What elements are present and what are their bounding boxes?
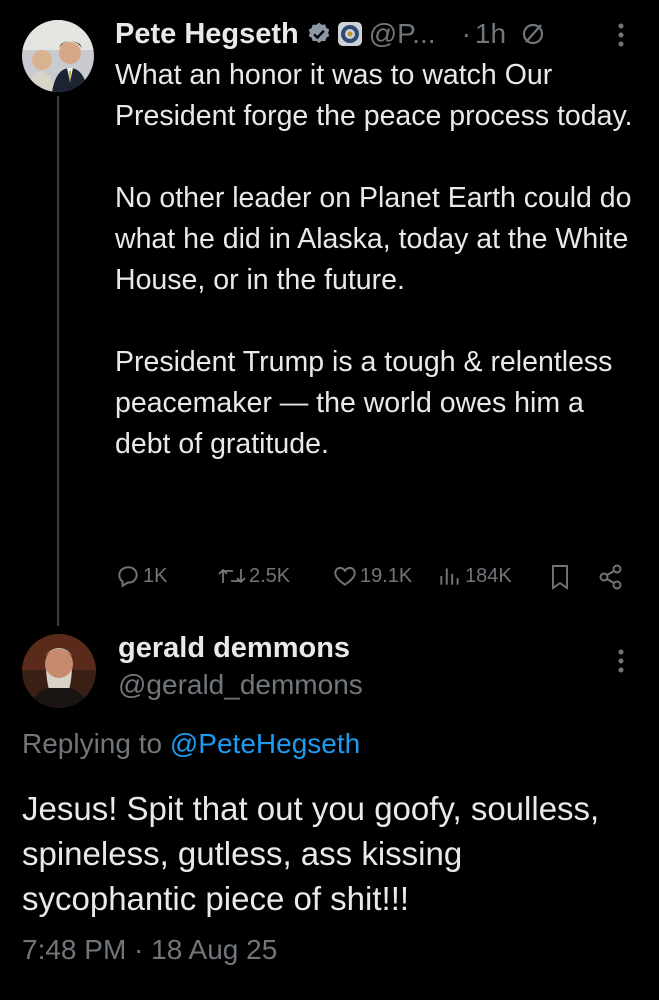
- reply-timestamp[interactable]: 7:48 PM · 18 Aug 25: [22, 934, 277, 966]
- like-count: 19.1K: [360, 564, 413, 587]
- repost-count: 2.5K: [249, 564, 291, 587]
- author-avatar[interactable]: [22, 20, 94, 92]
- government-seal-icon: [337, 21, 363, 47]
- replying-to-prefix: Replying to: [22, 728, 163, 759]
- thread-connector-line: [57, 96, 59, 626]
- like-button[interactable]: 19.1K: [332, 563, 412, 589]
- repost-button[interactable]: 2.5K: [217, 563, 290, 589]
- reply-icon: [115, 563, 143, 589]
- bookmark-icon[interactable]: [548, 563, 574, 591]
- tweet-paragraph: What an honor it was to watch Our Presid…: [115, 59, 633, 132]
- tweet-paragraph: No other leader on Planet Earth could do…: [115, 182, 632, 296]
- reply-body: Jesus! Spit that out you goofy, soulless…: [22, 790, 600, 917]
- not-interested-icon[interactable]: [520, 21, 546, 47]
- reply-count: 1K: [143, 564, 168, 587]
- reply-author-avatar[interactable]: [22, 634, 96, 708]
- replying-to-line: Replying to @PeteHegseth: [22, 728, 360, 760]
- reply-author-block: gerald demmons @gerald_demmons: [118, 632, 598, 701]
- tweet-body: What an honor it was to watch Our Presid…: [115, 55, 640, 465]
- tweet-paragraph: President Trump is a tough & relentless …: [115, 346, 613, 460]
- replying-to-link[interactable]: @PeteHegseth: [170, 728, 360, 759]
- reply-button[interactable]: 1K: [115, 563, 167, 589]
- views-icon: [437, 563, 465, 589]
- header-separator: ·: [461, 18, 471, 49]
- verified-badge-icon: [306, 21, 332, 47]
- share-icon[interactable]: [597, 563, 627, 591]
- repost-icon: [217, 563, 249, 589]
- tweet-actions: 1K 2.5K 19.1K 184K: [115, 563, 635, 597]
- more-options-icon[interactable]: [616, 22, 626, 55]
- like-icon: [332, 563, 360, 589]
- reply-more-options-icon[interactable]: [616, 648, 626, 681]
- author-name[interactable]: Pete Hegseth: [115, 18, 299, 51]
- reply-author-name[interactable]: gerald demmons: [118, 632, 598, 665]
- tweet-time[interactable]: 1h: [475, 18, 506, 50]
- views-button[interactable]: 184K: [437, 563, 512, 589]
- author-handle[interactable]: @P...: [369, 18, 436, 50]
- tweet-header: Pete Hegseth @P... · 1h: [115, 14, 645, 54]
- reply-author-handle[interactable]: @gerald_demmons: [118, 669, 598, 701]
- views-count: 184K: [465, 564, 512, 587]
